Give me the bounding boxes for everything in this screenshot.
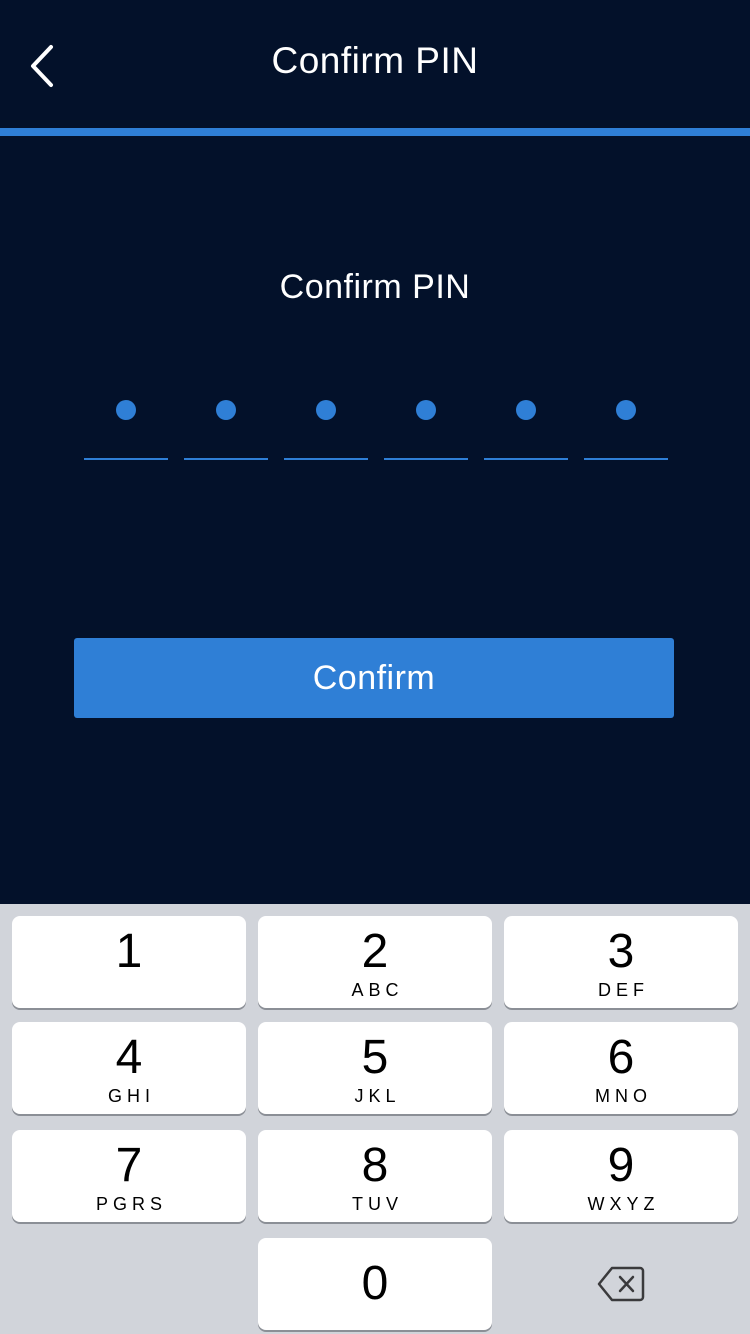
pin-dot-icon <box>516 400 536 420</box>
pin-dot-icon <box>416 400 436 420</box>
pin-dot-icon <box>616 400 636 420</box>
pin-digit-slot <box>184 380 268 460</box>
pin-dot-icon <box>116 400 136 420</box>
key-digit: 5 <box>361 1031 389 1084</box>
key-digit: 6 <box>607 1031 635 1084</box>
key-4[interactable]: 4 GHI <box>12 1022 246 1114</box>
key-letters: PGRS <box>95 1194 167 1214</box>
pin-prompt: Confirm PIN <box>279 268 471 306</box>
header-bar: Confirm PIN <box>0 0 750 128</box>
key-3[interactable]: 3 DEF <box>504 916 738 1008</box>
pin-digit-slot <box>384 380 468 460</box>
key-digit: 7 <box>115 1139 143 1192</box>
key-letters: JKL <box>354 1086 401 1106</box>
delete-button[interactable] <box>504 1238 738 1330</box>
key-0[interactable]: 0 <box>258 1238 492 1330</box>
key-letters: DEF <box>598 980 649 1000</box>
numeric-keypad: 1 2 ABC 3 DEF 4 GHI 5 JKL 6 MNO 7 PGRS 8… <box>0 904 750 1334</box>
key-digit: 0 <box>361 1257 389 1310</box>
key-9[interactable]: 9 WXYZ <box>504 1130 738 1222</box>
key-7[interactable]: 7 PGRS <box>12 1130 246 1222</box>
confirm-button[interactable]: Confirm <box>74 638 674 718</box>
key-digit: 9 <box>607 1139 635 1192</box>
pin-digit-slot <box>84 380 168 460</box>
key-letters: ABC <box>351 980 404 1000</box>
pin-digit-slot <box>284 380 368 460</box>
key-digit: 3 <box>607 925 635 978</box>
pin-input[interactable] <box>84 380 674 460</box>
key-2[interactable]: 2 ABC <box>258 916 492 1008</box>
pin-dot-icon <box>216 400 236 420</box>
key-6[interactable]: 6 MNO <box>504 1022 738 1114</box>
pin-dot-icon <box>316 400 336 420</box>
key-letters: MNO <box>595 1086 652 1106</box>
key-5[interactable]: 5 JKL <box>258 1022 492 1114</box>
key-1[interactable]: 1 <box>12 916 246 1008</box>
header-divider <box>0 128 750 136</box>
pin-digit-slot <box>484 380 568 460</box>
key-letters: TUV <box>352 1194 403 1214</box>
page-title: Confirm PIN <box>271 40 479 81</box>
key-8[interactable]: 8 TUV <box>258 1130 492 1222</box>
key-digit: 1 <box>115 925 143 978</box>
key-digit: 2 <box>361 925 389 978</box>
pin-digit-slot <box>584 380 668 460</box>
key-letters: GHI <box>107 1086 155 1106</box>
key-letters: WXYZ <box>587 1194 660 1214</box>
key-digit: 8 <box>361 1139 389 1192</box>
key-digit: 4 <box>115 1031 143 1084</box>
backspace-icon <box>597 1266 645 1302</box>
